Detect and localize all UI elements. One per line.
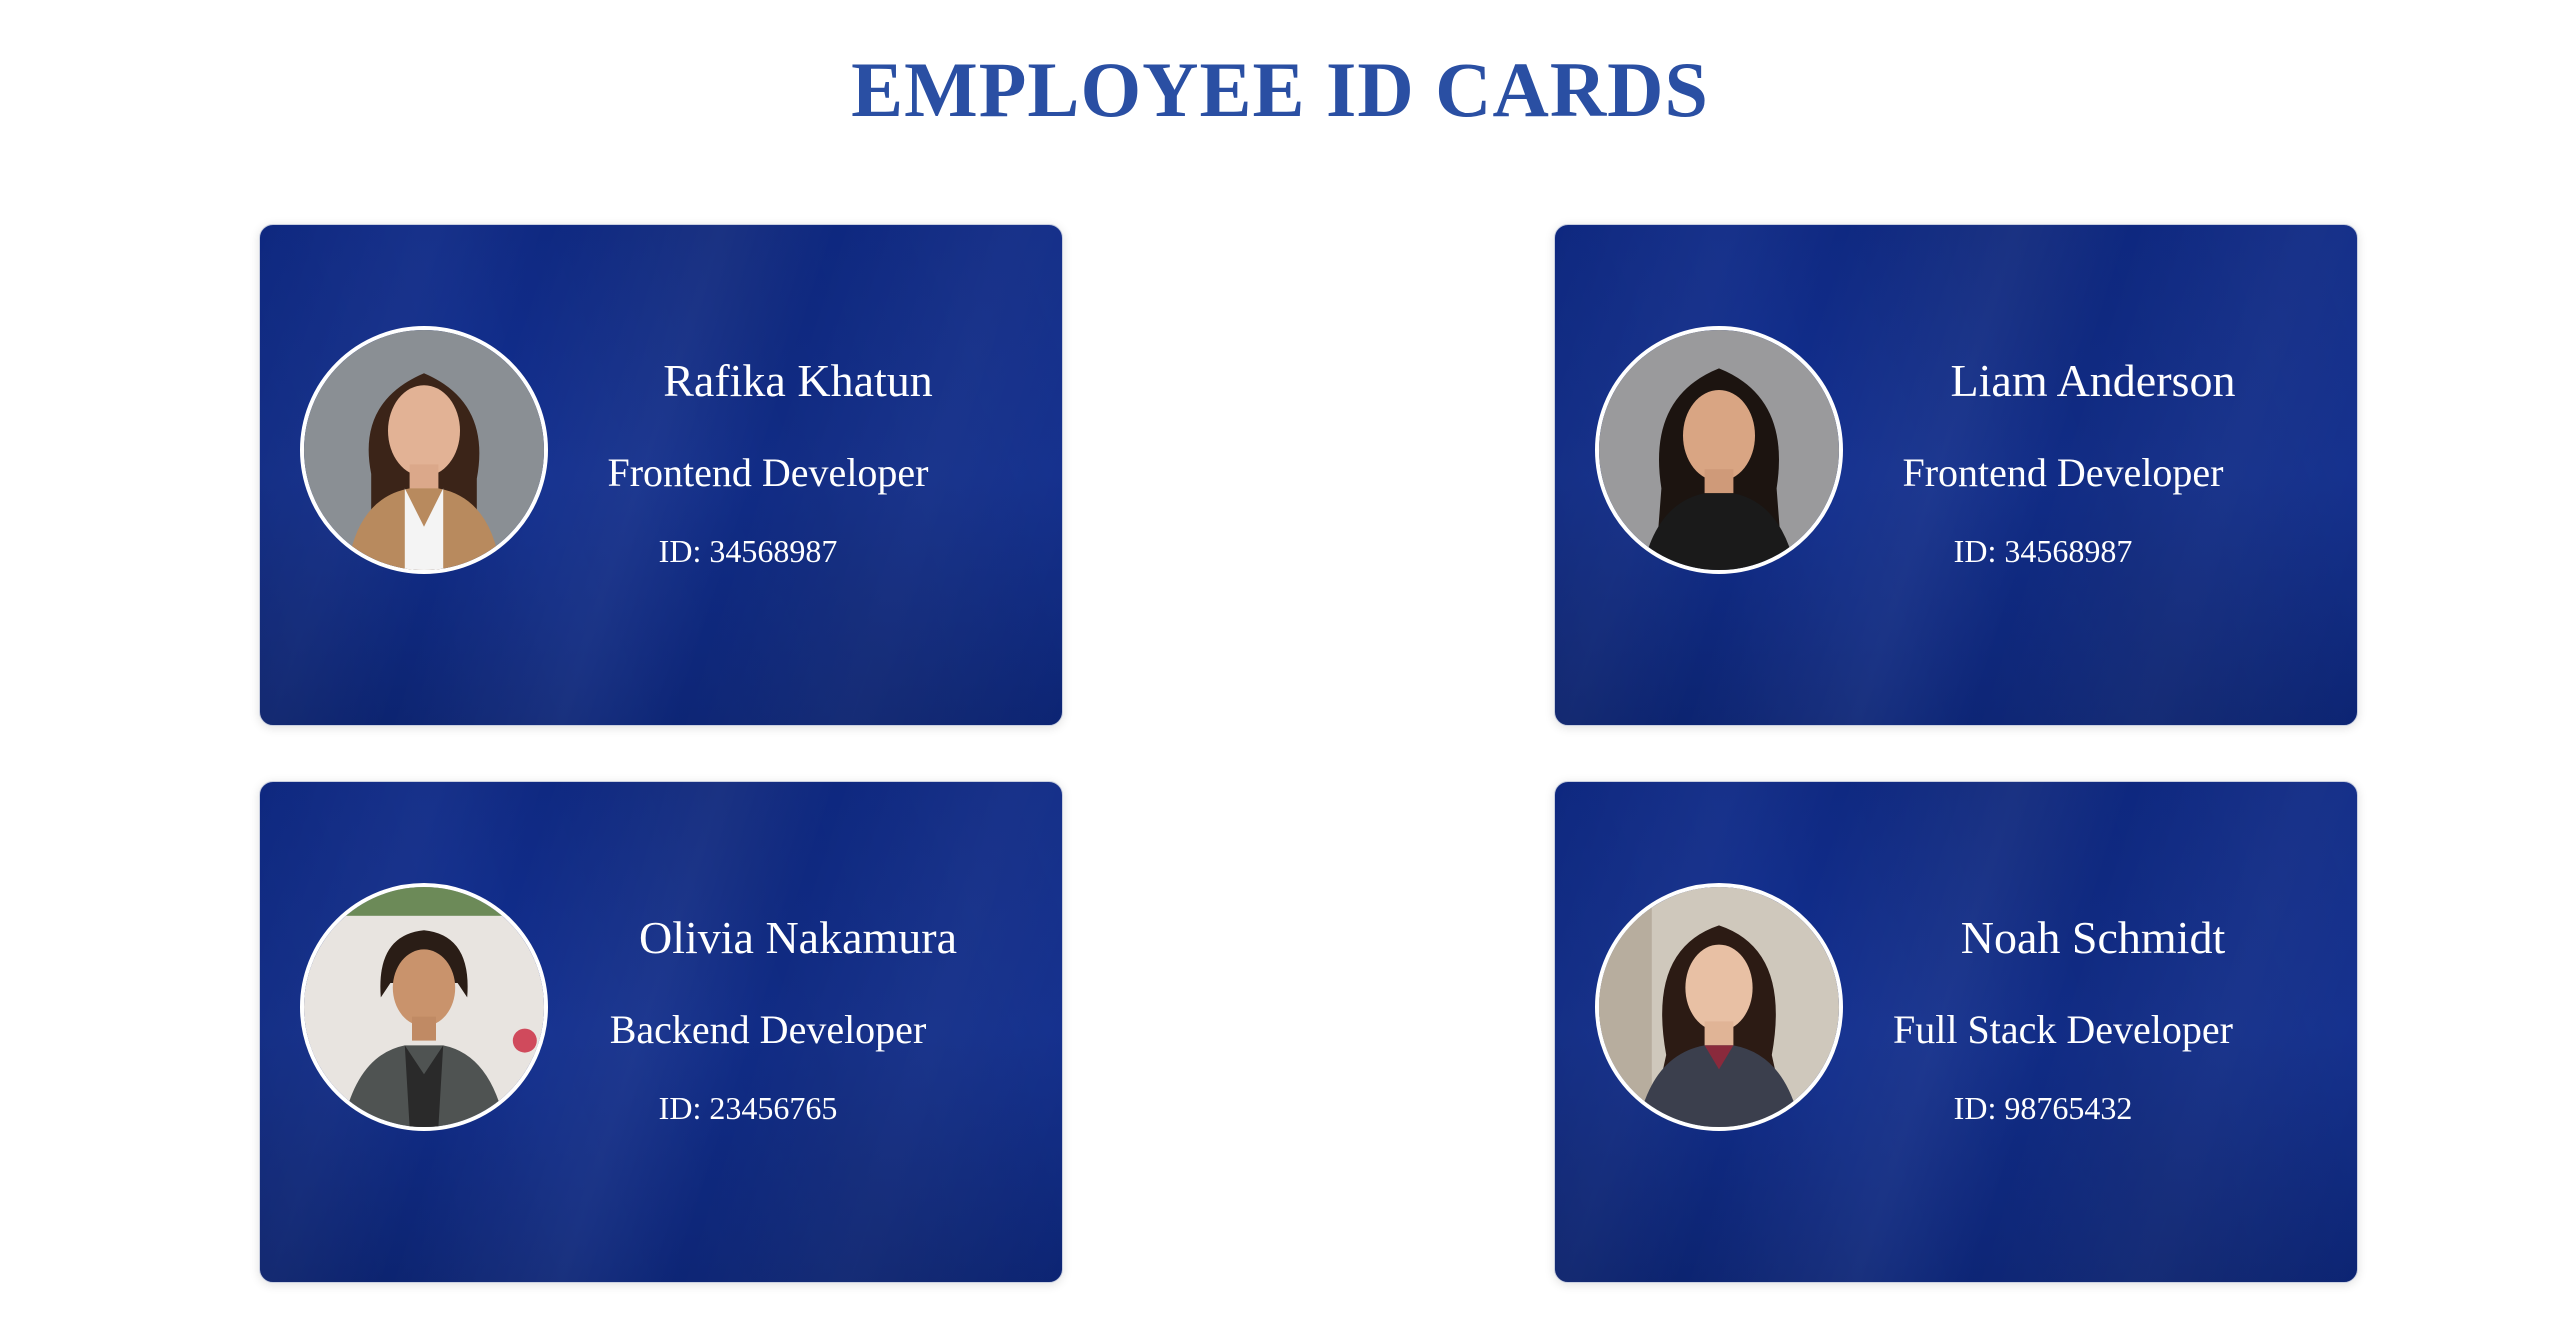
employee-id: ID: 34568987 <box>658 533 838 569</box>
employee-id: ID: 23456765 <box>658 1090 838 1126</box>
employee-name: Noah Schmidt <box>1960 912 2226 963</box>
employee-role: Frontend Developer <box>607 450 929 495</box>
employee-photo <box>300 326 548 574</box>
employee-role: Frontend Developer <box>1902 450 2224 495</box>
employee-name: Rafika Khatun <box>663 355 933 406</box>
page-title: EMPLOYEE ID CARDS <box>851 46 1709 133</box>
employee-id-card: Rafika Khatun Frontend Developer ID: 345… <box>259 224 1063 726</box>
employee-name: Liam Anderson <box>1950 355 2236 406</box>
employee-id: ID: 34568987 <box>1953 533 2133 569</box>
employee-photo-icon <box>304 330 544 570</box>
employee-id: ID: 98765432 <box>1953 1090 2133 1126</box>
employee-info: Liam Anderson Frontend Developer ID: 345… <box>1863 225 2323 725</box>
employee-id-card: Olivia Nakamura Backend Developer ID: 23… <box>259 781 1063 1283</box>
employee-photo-icon <box>1599 887 1839 1127</box>
employee-role: Backend Developer <box>609 1007 927 1052</box>
employee-role: Full Stack Developer <box>1893 1007 2233 1052</box>
employee-photo <box>1595 883 1843 1131</box>
employee-info: Noah Schmidt Full Stack Developer ID: 98… <box>1863 782 2323 1282</box>
employee-photo-icon <box>1599 330 1839 570</box>
employee-id-card: Liam Anderson Frontend Developer ID: 345… <box>1554 224 2358 726</box>
employee-info: Rafika Khatun Frontend Developer ID: 345… <box>568 225 1028 725</box>
employee-info: Olivia Nakamura Backend Developer ID: 23… <box>568 782 1028 1282</box>
employee-id-card: Noah Schmidt Full Stack Developer ID: 98… <box>1554 781 2358 1283</box>
employee-photo <box>300 883 548 1131</box>
employee-photo <box>1595 326 1843 574</box>
employee-photo-icon <box>304 887 544 1127</box>
employee-name: Olivia Nakamura <box>638 912 958 963</box>
